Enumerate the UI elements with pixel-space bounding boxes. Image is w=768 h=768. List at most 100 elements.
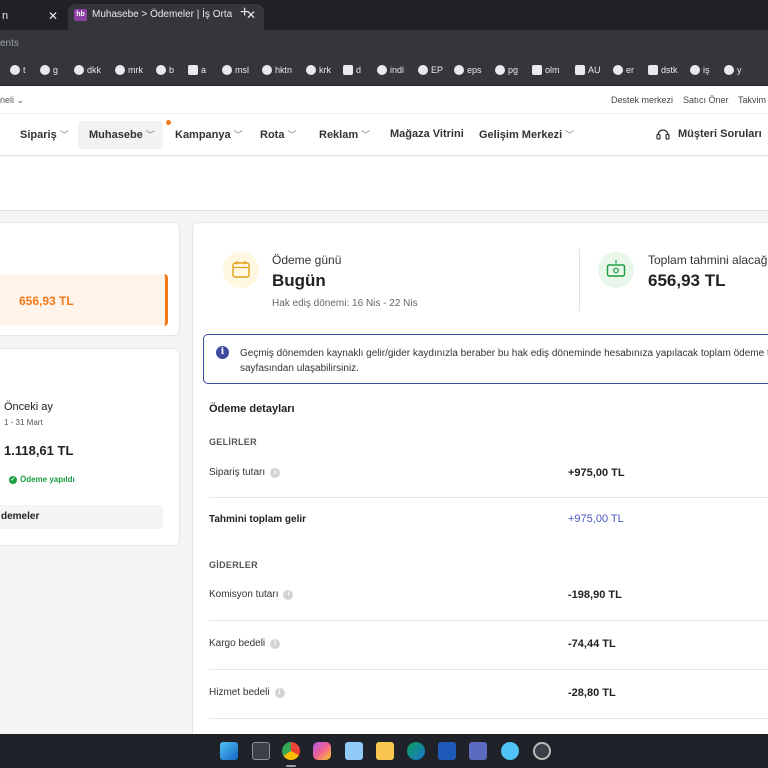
bookmark[interactable]: AU: [575, 65, 601, 75]
bookmark[interactable]: eps: [454, 65, 482, 75]
previous-period-card: Önceki ay 1 - 31 Mart 1.118,61 TL ✓ Ödem…: [0, 348, 180, 546]
windows-start-icon[interactable]: [220, 742, 238, 760]
info-text: Geçmiş dönemden kaynaklı gelir/gider kay…: [240, 348, 768, 374]
previous-month-amount: 1.118,61 TL: [4, 443, 74, 458]
check-circle-icon: ✓: [9, 475, 17, 484]
nav-item-magaza-vitrini[interactable]: Mağaza Vitrini: [390, 128, 464, 140]
bookmark-icon: [575, 65, 585, 75]
bookmark[interactable]: krk: [306, 65, 331, 75]
browser-tab[interactable]: n ✕: [0, 6, 66, 30]
customer-questions-link[interactable]: Müşteri Soruları: [678, 128, 762, 140]
bookmark[interactable]: iş: [690, 65, 710, 75]
app-icon[interactable]: [533, 742, 551, 760]
bookmark[interactable]: indi: [377, 65, 404, 75]
bookmark-icon: [74, 65, 84, 75]
bookmark[interactable]: b: [156, 65, 174, 75]
bookmark[interactable]: mrk: [115, 65, 143, 75]
photos-icon[interactable]: [345, 742, 363, 760]
headset-icon[interactable]: [655, 126, 671, 142]
bookmark-icon: [532, 65, 542, 75]
refer-seller-link[interactable]: Satıcı Öner: [683, 95, 729, 105]
close-icon[interactable]: ✕: [48, 6, 58, 26]
nav-item-siparis[interactable]: Sipariş ﹀: [20, 128, 69, 141]
bookmarks-bar: t g dkk mrk b a msl hktn krk d indi EP e…: [0, 58, 768, 86]
bookmark-icon: [724, 65, 734, 75]
bookmark[interactable]: er: [613, 65, 634, 75]
info-banner: i Geçmiş dönemden kaynaklı gelir/gider k…: [203, 334, 768, 384]
payment-summary-card: Ödeme günü Bugün Hak ediş dönemi: 16 Nis…: [192, 222, 768, 752]
chevron-down-icon: ﹀: [59, 130, 69, 140]
new-tab-icon[interactable]: +: [240, 4, 249, 22]
cargo-label: Kargo bedeli i: [209, 638, 281, 649]
bookmark-icon: [690, 65, 700, 75]
service-fee-value: -28,80 TL: [568, 687, 616, 699]
bookmark-icon: [648, 65, 658, 75]
chevron-down-icon: ﹀: [145, 130, 155, 140]
copilot-icon[interactable]: [313, 742, 331, 760]
bookmark[interactable]: t: [10, 65, 26, 75]
divider: [209, 620, 768, 621]
info-icon[interactable]: i: [270, 467, 281, 478]
total-income-label: Tahmini toplam gelir: [209, 514, 307, 525]
nav-item-rota[interactable]: Rota ﹀: [260, 128, 296, 141]
info-icon[interactable]: i: [274, 687, 285, 698]
bookmark-icon: [156, 65, 166, 75]
address-bar[interactable]: ents: [0, 30, 768, 58]
nav-item-reklam[interactable]: Reklam ﹀: [319, 128, 370, 141]
current-amount-box[interactable]: 656,93 TL: [0, 274, 168, 326]
estimated-total-label: Toplam tahmini alacağın: [648, 253, 768, 267]
bookmark-icon: [188, 65, 198, 75]
address-text: ents: [0, 38, 19, 49]
chevron-down-icon: ⌄: [16, 95, 25, 105]
chrome-icon[interactable]: [282, 742, 300, 760]
current-period-card: 656,93 TL: [0, 222, 180, 336]
estimated-total-value: 656,93 TL: [648, 271, 726, 290]
chevron-down-icon: ﹀: [565, 130, 575, 140]
commission-value: -198,90 TL: [568, 589, 622, 601]
site-top-bar: neli ⌄ Destek merkezi Satıcı Öner Takvim: [0, 86, 768, 114]
favicon: hb: [74, 9, 87, 21]
order-amount-value: +975,00 TL: [568, 467, 625, 479]
cash-icon: [598, 252, 634, 288]
order-amount-label: Sipariş tutarı i: [209, 467, 281, 478]
payment-day-value: Bugün: [272, 271, 326, 290]
active-app-indicator: [286, 765, 296, 767]
info-icon[interactable]: i: [283, 589, 294, 600]
bookmark-icon: [10, 65, 20, 75]
nav-item-muhasebe[interactable]: Muhasebe ﹀: [89, 128, 155, 141]
settlement-period: Hak ediş dönemi: 16 Nis - 22 Nis: [272, 298, 418, 309]
total-income-value: +975,00 TL: [568, 513, 624, 525]
account-dropdown[interactable]: neli ⌄: [0, 95, 24, 106]
task-view-icon[interactable]: [252, 742, 270, 760]
bookmark[interactable]: EP: [418, 65, 443, 75]
nav-item-kampanya[interactable]: Kampanya ﹀: [175, 128, 243, 141]
info-icon[interactable]: i: [270, 638, 281, 649]
bookmark[interactable]: pg: [495, 65, 518, 75]
bookmark-icon: [40, 65, 50, 75]
payment-day-label: Ödeme günü: [272, 253, 342, 267]
bookmark[interactable]: y: [724, 65, 742, 75]
bookmark[interactable]: msl: [222, 65, 249, 75]
browser-tab-active[interactable]: hb Muhasebe > Ödemeler | İş Orta ✕: [68, 4, 264, 30]
word-icon[interactable]: [438, 742, 456, 760]
edge-icon[interactable]: [407, 742, 425, 760]
whiteboard-icon[interactable]: [469, 742, 487, 760]
file-explorer-icon[interactable]: [376, 742, 394, 760]
app-icon[interactable]: [501, 742, 519, 760]
bookmark[interactable]: dstk: [648, 65, 678, 75]
bookmark-icon: [495, 65, 505, 75]
bookmark[interactable]: hktn: [262, 65, 292, 75]
bookmark[interactable]: a: [188, 65, 206, 75]
bookmark[interactable]: olm: [532, 65, 560, 75]
payments-link[interactable]: demeler: [0, 505, 163, 529]
bookmark[interactable]: g: [40, 65, 58, 75]
bookmark[interactable]: dkk: [74, 65, 101, 75]
help-center-link[interactable]: Destek merkezi: [611, 95, 673, 105]
bookmark-icon: [613, 65, 623, 75]
bookmark[interactable]: d: [343, 65, 361, 75]
bookmark-icon: [115, 65, 125, 75]
calendar-link[interactable]: Takvim: [738, 95, 766, 105]
divider: [209, 497, 768, 498]
previous-month-range: 1 - 31 Mart: [4, 418, 43, 427]
nav-item-gelisim-merkezi[interactable]: Gelişim Merkezi ﹀: [479, 128, 574, 141]
